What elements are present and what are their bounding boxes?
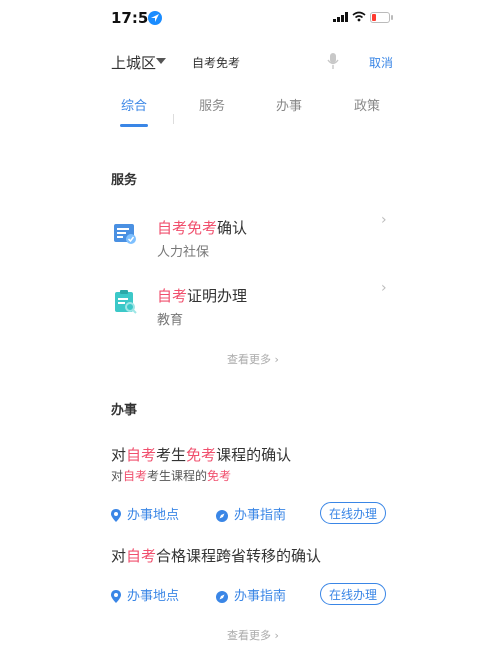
title-highlight: 免考 [186, 446, 217, 464]
compass-icon [216, 590, 228, 603]
affair-item-subtitle: 对自考考生课程的免考 [111, 467, 231, 484]
location-pin-icon [111, 590, 121, 603]
tab-policy[interactable]: 政策 [354, 95, 380, 114]
title-text: 对 [111, 446, 127, 464]
service-item-department: 人力社保 [157, 245, 210, 260]
title-text: 对 [111, 547, 127, 565]
action-label: 办事地点 [127, 589, 180, 604]
subtitle-highlight: 免考 [207, 469, 232, 483]
view-more-link[interactable]: 查看更多 › [227, 351, 279, 367]
title-highlight: 自考 [126, 547, 157, 565]
chevron-down-icon[interactable] [156, 58, 166, 64]
cellular-signal-icon [333, 12, 348, 22]
region-selector[interactable]: 上城区 [111, 52, 156, 73]
tab-services[interactable]: 服务 [199, 95, 225, 114]
service-item-title[interactable]: 自考证明办理 [157, 285, 247, 306]
affair-location-link[interactable]: 办事地点 [111, 504, 179, 523]
clipboard-search-icon [115, 290, 137, 314]
title-highlight: 免考 [187, 219, 218, 237]
compass-icon [216, 509, 228, 522]
action-label: 办事指南 [234, 508, 287, 523]
subtitle-highlight: 自考 [123, 469, 148, 483]
title-text: 考生 [156, 446, 187, 464]
chevron-right-icon[interactable]: › [381, 212, 387, 228]
search-input[interactable]: 自考免考 [192, 54, 240, 71]
location-pin-icon [111, 509, 121, 522]
service-item-department: 教育 [157, 313, 184, 328]
subtitle-text: 考生课程的 [147, 469, 208, 483]
action-label: 办事地点 [127, 508, 180, 523]
title-highlight: 自考 [157, 219, 188, 237]
document-check-icon [114, 224, 136, 244]
title-text: 合格课程跨省转移的确认 [156, 547, 322, 565]
affair-item-title[interactable]: 对自考合格课程跨省转移的确认 [111, 545, 321, 566]
title-text: 确认 [217, 219, 248, 237]
online-process-button[interactable]: 在线办理 [320, 583, 386, 605]
title-highlight: 自考 [126, 446, 157, 464]
cancel-button[interactable]: 取消 [369, 54, 393, 71]
battery-icon [370, 12, 393, 23]
service-item-title[interactable]: 自考免考确认 [157, 217, 247, 238]
microphone-icon[interactable] [327, 52, 339, 70]
active-tab-indicator [120, 124, 148, 127]
view-more-link[interactable]: 查看更多 › [227, 627, 279, 643]
online-process-button[interactable]: 在线办理 [320, 502, 386, 524]
location-arrow-icon [148, 11, 162, 25]
affair-guide-link[interactable]: 办事指南 [216, 585, 286, 604]
affair-item-title[interactable]: 对自考考生免考课程的确认 [111, 444, 291, 465]
affair-guide-link[interactable]: 办事指南 [216, 504, 286, 523]
title-text: 证明办理 [187, 287, 248, 305]
subtitle-text: 对 [111, 469, 124, 483]
services-section-title: 服务 [111, 173, 138, 188]
tab-affairs[interactable]: 办事 [276, 95, 302, 114]
tab-comprehensive[interactable]: 综合 [121, 95, 147, 114]
title-text: 课程的确认 [216, 446, 292, 464]
wifi-icon [352, 11, 366, 22]
action-label: 办事指南 [234, 589, 287, 604]
affairs-section-title: 办事 [111, 403, 138, 418]
affair-location-link[interactable]: 办事地点 [111, 585, 179, 604]
title-highlight: 自考 [157, 287, 188, 305]
tab-divider [173, 114, 174, 124]
chevron-right-icon[interactable]: › [381, 280, 387, 296]
